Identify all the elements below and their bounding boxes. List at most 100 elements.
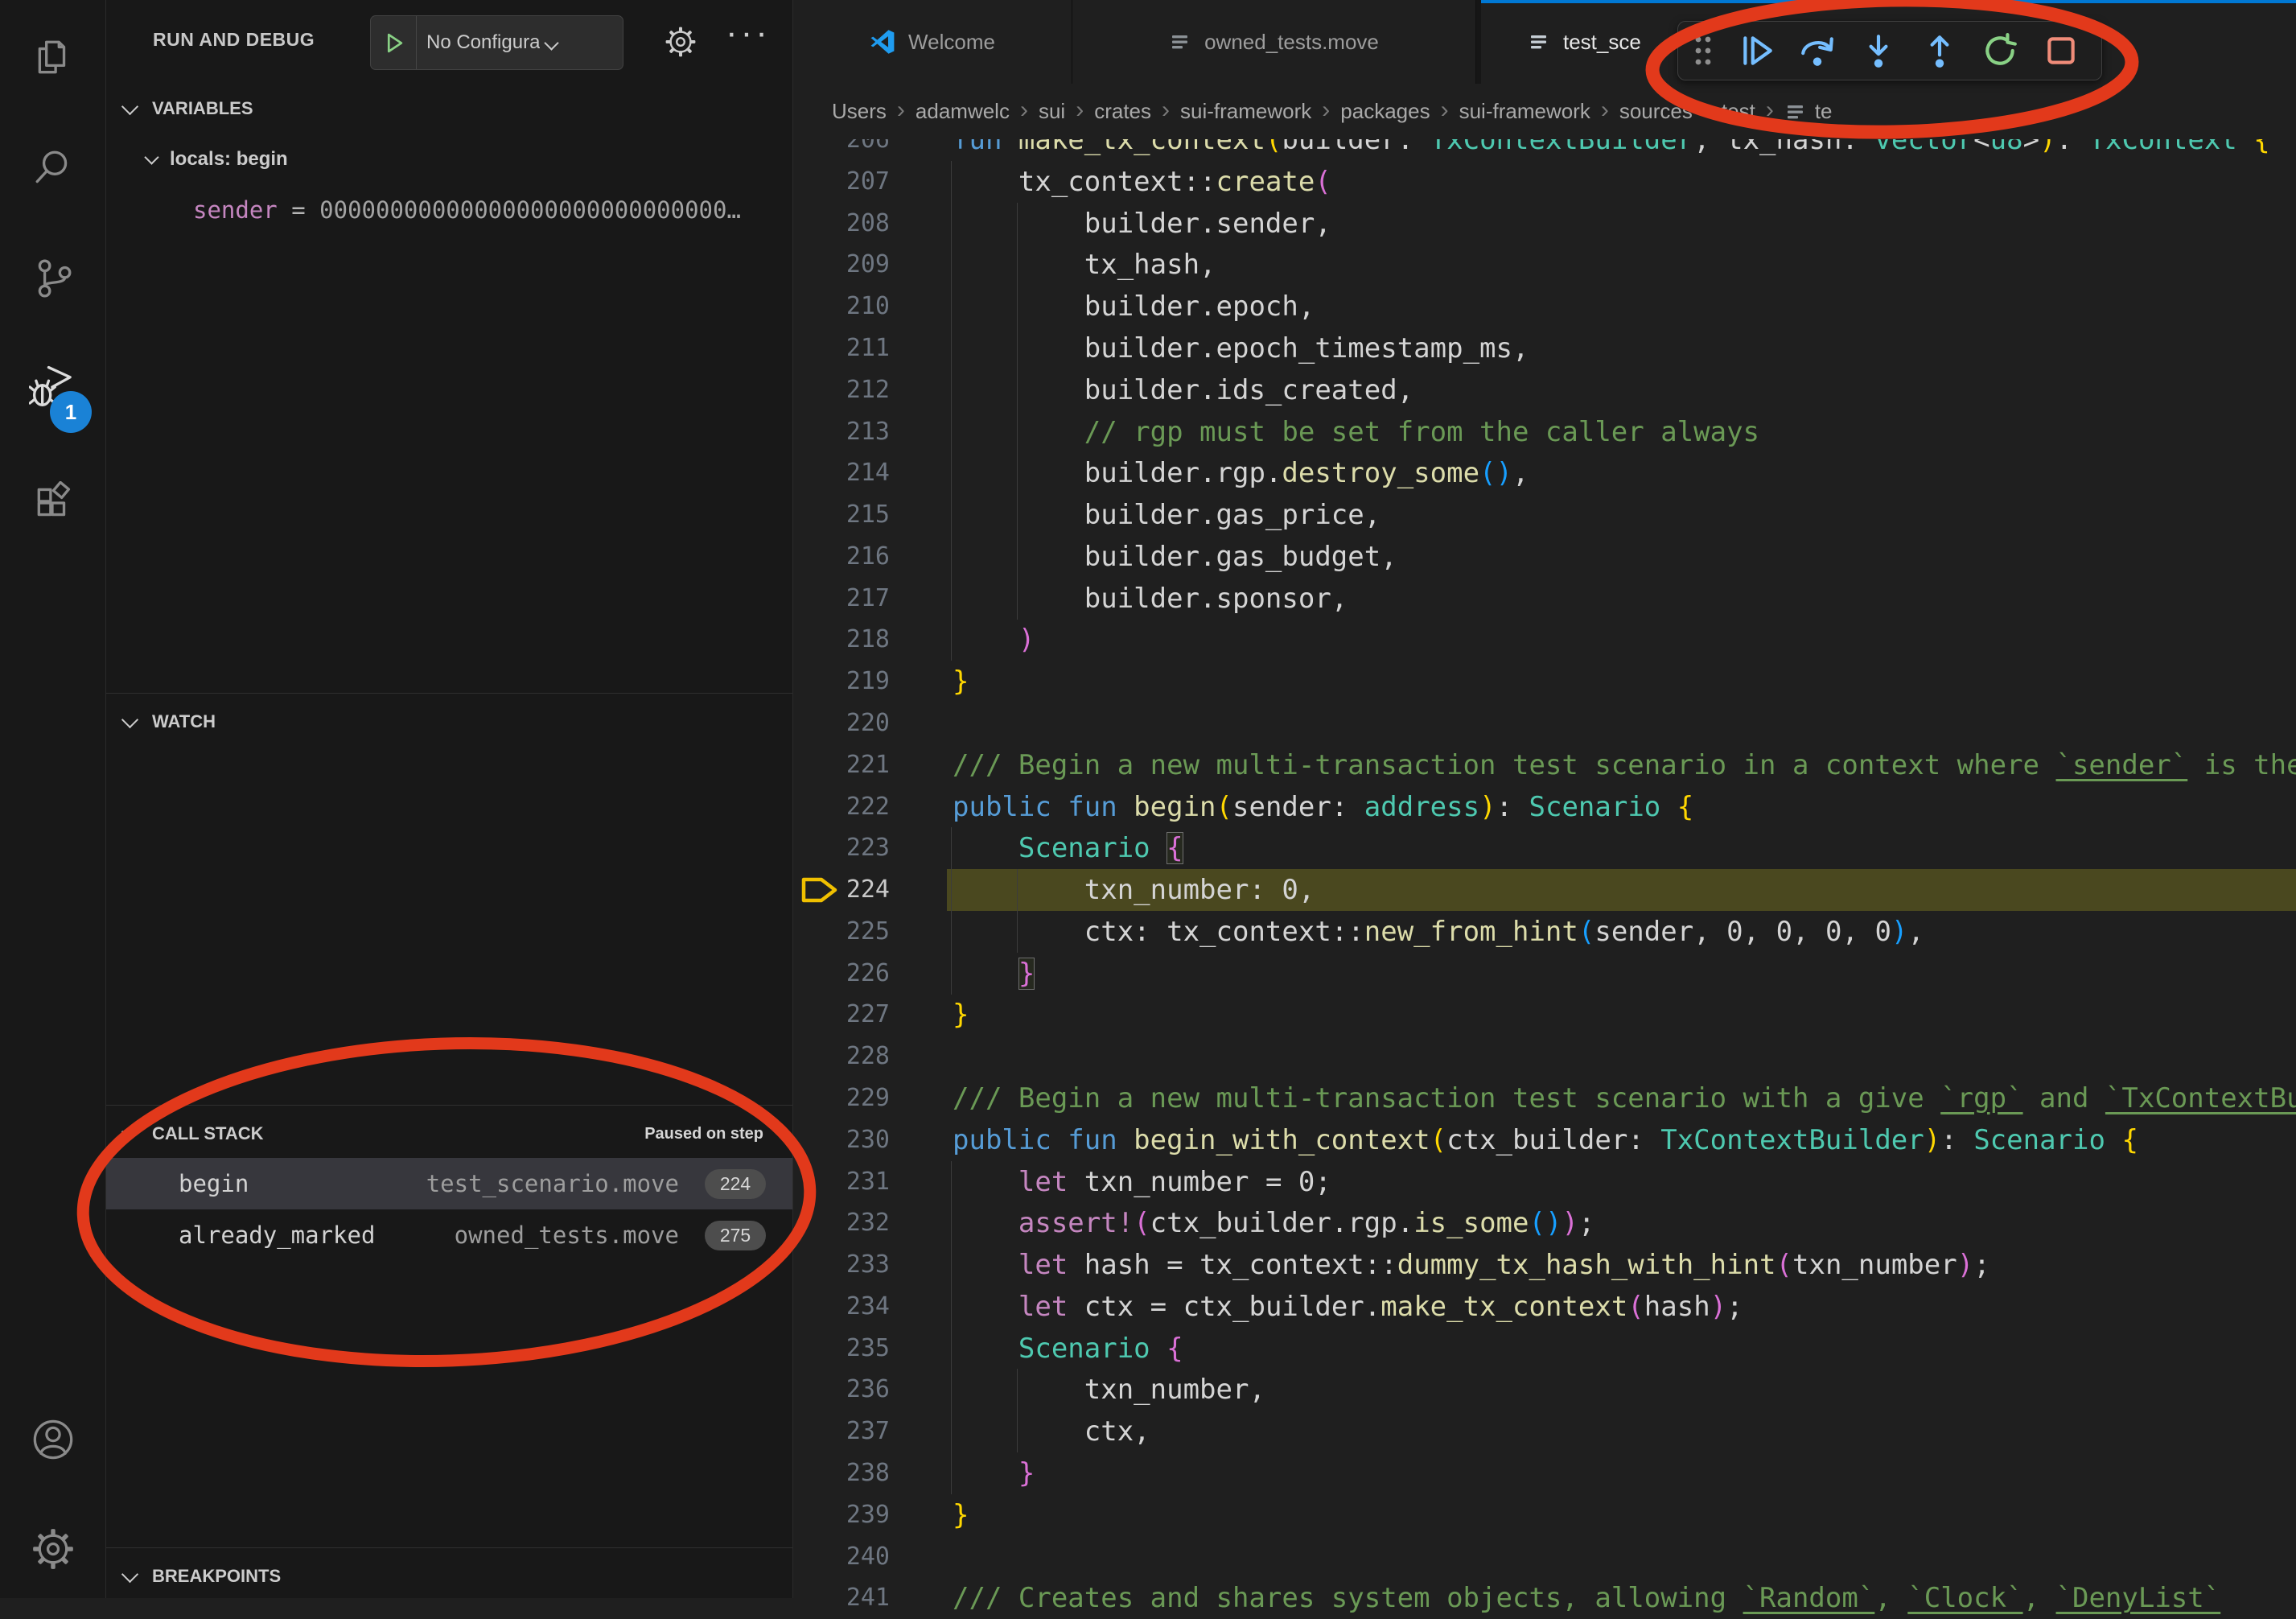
more-actions-icon[interactable]: ··· [726,13,771,53]
code-line-210[interactable]: 210 builder.epoch, [793,286,2296,328]
code-line-230[interactable]: 230public fun begin_with_context(ctx_bui… [793,1119,2296,1161]
source-control-icon[interactable] [0,257,105,299]
code-line-237[interactable]: 237 ctx, [793,1411,2296,1452]
code-line-240[interactable]: 240 [793,1536,2296,1578]
code-area[interactable]: 206fun make_tx_context(builder: TxContex… [793,0,2296,1598]
continue-icon[interactable] [1738,27,1776,75]
variable-value: 00000000000000000000000000000… [319,196,741,224]
tab-Welcome[interactable]: Welcome [793,0,1072,84]
code-line-223[interactable]: 223 Scenario { [793,827,2296,869]
line-number: 221 [809,744,890,786]
code-line-212[interactable]: 212 builder.ids_created, [793,369,2296,411]
debug-badge: 1 [50,391,92,433]
code-line-233[interactable]: 233 let hash = tx_context::dummy_tx_hash… [793,1244,2296,1286]
indent-guide [951,328,952,369]
tab-owned_tests.move[interactable]: owned_tests.move [1072,0,1476,84]
code-text: Scenario { [953,1328,1183,1370]
code-line-219[interactable]: 219} [793,661,2296,702]
settings-gear-icon[interactable] [0,1527,105,1571]
breadcrumb-item[interactable]: test [1722,99,1755,124]
code-text: builder.sender, [953,203,1331,245]
step-into-icon[interactable] [1859,27,1898,75]
breadcrumb-item[interactable]: Users [832,99,887,124]
code-line-218[interactable]: 218 ) [793,619,2296,661]
code-line-234[interactable]: 234 let ctx = ctx_builder.make_tx_contex… [793,1286,2296,1328]
code-line-227[interactable]: 227} [793,994,2296,1036]
callstack-frame-already_marked[interactable]: already_markedowned_tests.move275 [106,1209,792,1261]
start-debugging-dropdown[interactable]: No Configura [370,15,623,70]
section-watch[interactable]: WATCH [106,702,792,742]
files-icon[interactable] [0,37,105,79]
code-text: ctx: tx_context::new_from_hint(sender, 0… [953,911,1924,953]
code-line-222[interactable]: 222public fun begin(sender: address): Sc… [793,786,2296,828]
code-line-236[interactable]: 236 txn_number, [793,1369,2296,1411]
breadcrumb-item[interactable]: sources [1619,99,1693,124]
code-line-208[interactable]: 208 builder.sender, [793,203,2296,245]
code-line-221[interactable]: 221/// Begin a new multi-transaction tes… [793,744,2296,786]
code-line-231[interactable]: 231 let txn_number = 0; [793,1161,2296,1203]
code-line-209[interactable]: 209 tx_hash, [793,244,2296,286]
gripper-icon[interactable] [1691,27,1715,75]
code-line-235[interactable]: 235 Scenario { [793,1328,2296,1370]
code-line-239[interactable]: 239} [793,1494,2296,1536]
code-line-225[interactable]: 225 ctx: tx_context::new_from_hint(sende… [793,911,2296,953]
file-icon [1169,31,1191,53]
section-divider [106,1105,792,1106]
breadcrumb-item[interactable]: sui [1039,99,1065,124]
section-variables[interactable]: VARIABLES [106,89,792,129]
indent-guide [951,911,952,953]
indent-guide [951,1286,952,1328]
variable-row[interactable]: sender = 00000000000000000000000000000… [193,190,741,230]
code-line-226[interactable]: 226 } [793,953,2296,995]
code-line-207[interactable]: 207 tx_context::create( [793,161,2296,203]
start-debugging-play-icon[interactable] [371,16,417,69]
code-line-228[interactable]: 228 [793,1036,2296,1077]
line-number: 215 [809,494,890,536]
tab-label: test_sce [1563,30,1641,55]
extensions-icon[interactable] [0,481,105,523]
indent-guide [951,1161,952,1203]
callstack-frame-begin[interactable]: begintest_scenario.move224 [106,1158,792,1209]
line-number: 210 [809,286,890,328]
code-line-238[interactable]: 238 } [793,1452,2296,1494]
breadcrumb-separator: › [1020,97,1028,124]
breadcrumb-item[interactable]: crates [1094,99,1151,124]
line-number: 208 [809,203,890,245]
debug-settings-gear-icon[interactable] [665,26,697,62]
code-line-216[interactable]: 216 builder.gas_budget, [793,536,2296,578]
code-line-215[interactable]: 215 builder.gas_price, [793,494,2296,536]
frame-line-badge: 275 [705,1221,766,1250]
step-over-icon[interactable] [1798,27,1837,75]
breadcrumb-file[interactable]: te [1784,99,1833,124]
indent-guide [951,203,952,245]
code-line-224[interactable]: 224 txn_number: 0, [793,869,2296,911]
breadcrumb-item[interactable]: adamwelc [916,99,1010,124]
account-icon[interactable] [0,1418,105,1461]
code-line-229[interactable]: 229/// Begin a new multi-transaction tes… [793,1077,2296,1119]
line-number: 218 [809,619,890,661]
search-icon[interactable] [0,147,105,189]
variables-scope-row[interactable]: locals: begin [146,138,288,180]
breadcrumb-item[interactable]: sui-framework [1459,99,1590,124]
code-text: let hash = tx_context::dummy_tx_hash_wit… [953,1244,1990,1286]
callstack-status: Paused on step [644,1114,763,1154]
code-line-220[interactable]: 220 [793,702,2296,744]
code-line-232[interactable]: 232 assert!(ctx_builder.rgp.is_some()); [793,1202,2296,1244]
line-number: 228 [809,1036,890,1077]
section-breakpoints[interactable]: BREAKPOINTS [106,1556,792,1596]
breadcrumb-separator: › [1322,97,1330,124]
step-out-icon[interactable] [1920,27,1959,75]
code-line-241[interactable]: 241/// Creates and shares system objects… [793,1577,2296,1619]
line-number: 209 [809,244,890,286]
code-line-217[interactable]: 217 builder.sponsor, [793,578,2296,620]
code-line-213[interactable]: 213 // rgp must be set from the caller a… [793,411,2296,453]
section-label: VARIABLES [152,98,253,119]
breadcrumb-item[interactable]: sui-framework [1180,99,1311,124]
code-line-214[interactable]: 214 builder.rgp.destroy_some(), [793,452,2296,494]
breadcrumb-item[interactable]: packages [1340,99,1430,124]
code-line-211[interactable]: 211 builder.epoch_timestamp_ms, [793,328,2296,369]
restart-icon[interactable] [1981,27,2019,75]
indent-guide [951,286,952,328]
variable-name: sender [193,196,278,224]
stop-icon[interactable] [2042,27,2080,75]
